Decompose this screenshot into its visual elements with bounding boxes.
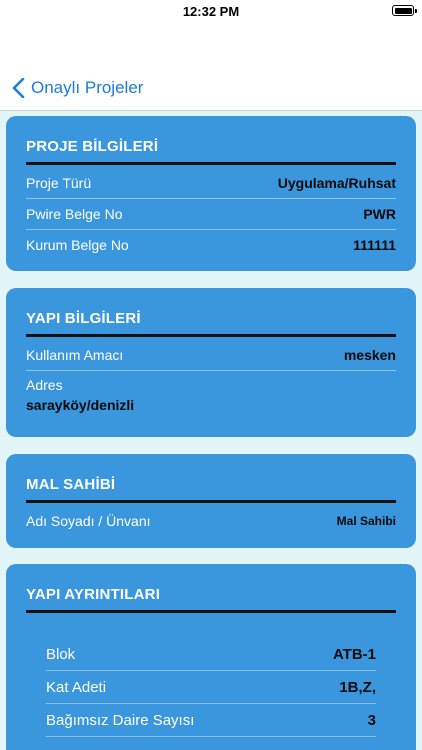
battery-icon [392, 5, 417, 16]
row-value: PWR [363, 206, 396, 222]
adres-row: Adres sarayköy/denizli [26, 371, 396, 413]
kurum-belge-no-row: Kurum Belge No 111111 [26, 230, 396, 260]
detail-scroll-content[interactable]: PROJE BİLGİLERİ Proje Türü Uygulama/Ruhs… [0, 111, 422, 750]
row-value: 1B,Z, [339, 678, 376, 696]
row-value: mesken [343, 347, 396, 363]
row-label: Kat Adeti [46, 678, 107, 696]
proje-turu-row: Proje Türü Uygulama/Ruhsat [26, 168, 396, 199]
mal-sahibi-card: MAL SAHİBİ Adı Soyadı / Ünvanı Mal Sahib… [6, 454, 416, 548]
row-value: Mal Sahibi [336, 514, 396, 528]
navigation-bar: Onaylı Projeler [0, 24, 422, 111]
proje-bilgileri-card: PROJE BİLGİLERİ Proje Türü Uygulama/Ruhs… [6, 116, 416, 271]
row-label: Blok [46, 645, 76, 663]
row-label: Pwire Belge No [26, 206, 123, 222]
row-value: 111111 [353, 237, 396, 253]
row-label: Kullanım Amacı [26, 347, 124, 363]
yapi-bilgileri-card: YAPI BİLGİLERİ Kullanım Amacı mesken Adr… [6, 288, 416, 437]
row-value: 3 [367, 711, 376, 729]
row-label: Kurum Belge No [26, 237, 129, 253]
row-label: Bağımsız Daire Sayısı [46, 711, 195, 729]
status-bar: 12:32 PM [0, 0, 422, 24]
title-divider [26, 334, 396, 337]
title-divider [26, 610, 396, 613]
pwire-belge-no-row: Pwire Belge No PWR [26, 199, 396, 230]
chevron-left-icon [12, 78, 25, 98]
row-value: sarayköy/denizli [26, 397, 135, 413]
adi-soyadi-row: Adı Soyadı / Ünvanı Mal Sahibi [26, 506, 396, 536]
back-button-label: Onaylı Projeler [31, 78, 144, 97]
card-title: YAPI BİLGİLERİ [26, 310, 141, 327]
row-label: Adı Soyadı / Ünvanı [26, 513, 151, 529]
card-title: PROJE BİLGİLERİ [26, 138, 159, 155]
blok-row: Blok ATB-1 [46, 638, 376, 671]
title-divider [26, 162, 396, 165]
detail-list: Blok ATB-1 Kat Adeti 1B,Z, Bağımsız Dair… [26, 616, 396, 737]
row-label: Adres [26, 377, 63, 393]
row-value: Uygulama/Ruhsat [277, 175, 396, 191]
title-divider [26, 500, 396, 503]
kullanim-amaci-row: Kullanım Amacı mesken [26, 340, 396, 371]
row-value: ATB-1 [332, 645, 376, 663]
yapi-ayrintilari-card: YAPI AYRINTILARI Blok ATB-1 Kat Adeti 1B… [6, 564, 416, 750]
back-button[interactable]: Onaylı Projeler [12, 75, 143, 101]
row-label: Proje Türü [26, 175, 92, 191]
card-title: YAPI AYRINTILARI [26, 586, 161, 603]
kat-adeti-row: Kat Adeti 1B,Z, [46, 671, 376, 704]
bagimsiz-daire-row: Bağımsız Daire Sayısı 3 [46, 704, 376, 737]
card-title: MAL SAHİBİ [26, 476, 116, 493]
status-time: 12:32 PM [182, 4, 240, 19]
